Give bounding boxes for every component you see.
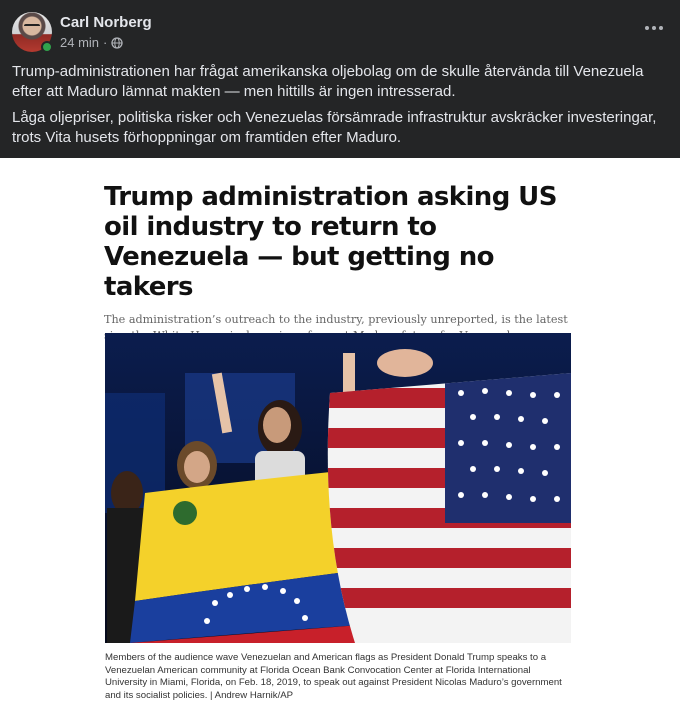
author-name[interactable]: Carl Norberg [60,14,152,31]
more-icon-dot [652,26,656,30]
article-screenshot: Trump administration asking US oil indus… [104,182,584,344]
post-image[interactable]: Trump administration asking US oil indus… [0,158,680,708]
article-photo [105,333,571,643]
post-time[interactable]: 24 min [60,35,99,50]
more-icon-dot [645,26,649,30]
post-header: Carl Norberg 24 min · [0,0,680,58]
globe-icon[interactable] [111,36,124,49]
more-options-button[interactable] [642,18,666,38]
article-headline: Trump administration asking US oil indus… [104,182,557,302]
meta-separator: · [103,35,108,50]
more-icon-dot [659,26,663,30]
post-paragraph: Trump-administrationen har frågat amerik… [12,63,644,100]
photo-caption: Members of the audience wave Venezuelan … [105,652,562,701]
online-status-dot [41,41,53,53]
post-meta: 24 min · [60,35,124,50]
post-text: Trump-administrationen har frågat amerik… [12,62,672,148]
post-paragraph: Låga oljepriser, politiska risker och Ve… [12,109,657,146]
